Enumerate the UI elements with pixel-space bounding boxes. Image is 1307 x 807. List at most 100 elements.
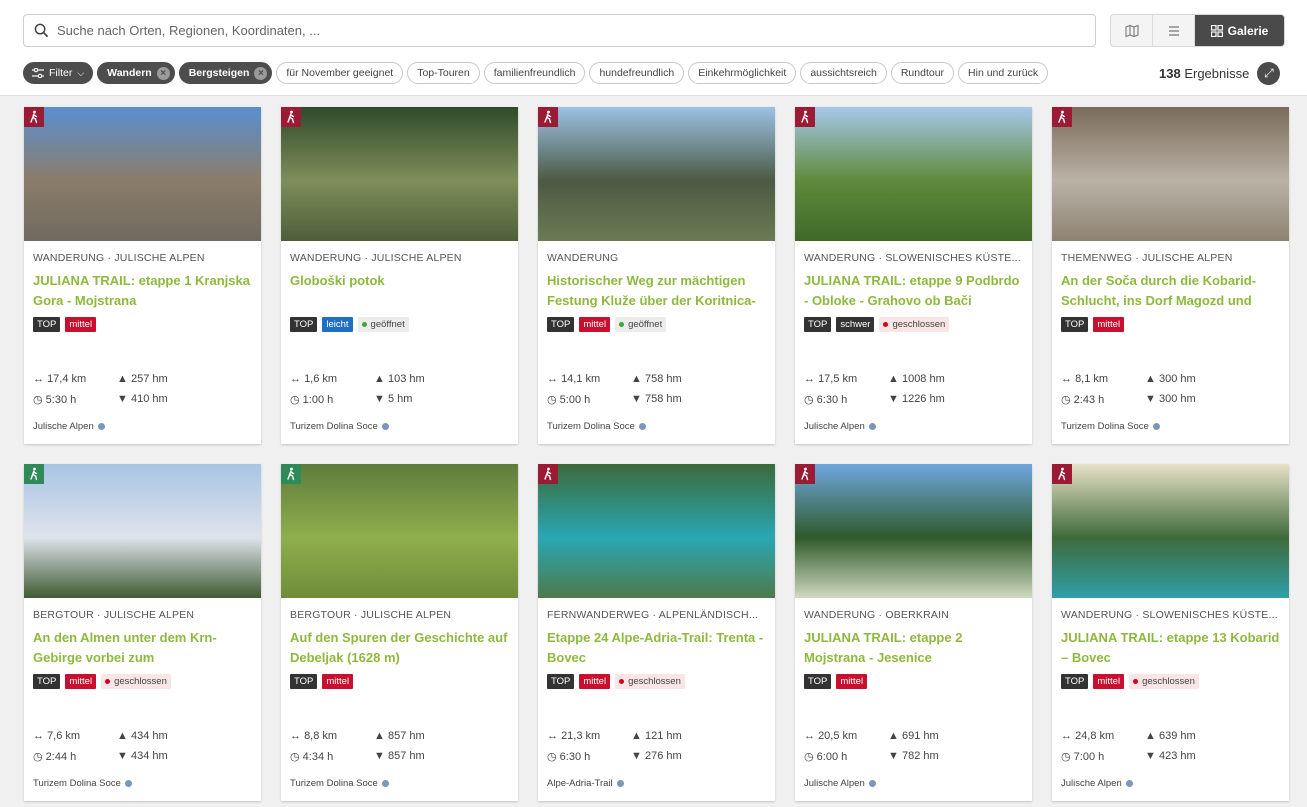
filter-chip-label: Einkehrmöglichkeit [698, 67, 787, 79]
status-badge: geöffnet [357, 317, 409, 332]
filter-button[interactable]: Filter ⌵ [23, 62, 94, 84]
tour-title[interactable]: Etappe 24 Alpe-Adria-Trail: Trenta - Bov… [547, 628, 766, 668]
filter-chip[interactable]: Top-Touren [407, 62, 480, 84]
ascent-value: 103 hm [387, 373, 425, 385]
filter-chip[interactable]: hundefreundlich [589, 62, 685, 84]
tour-title[interactable]: An den Almen unter dem Krn-Gebirge vorbe… [33, 628, 252, 668]
owner-name: Turizem Dolina Soce [1061, 421, 1149, 432]
filter-chip[interactable]: Rundtour [890, 62, 955, 84]
gallery-label: Galerie [1227, 23, 1269, 38]
hiker-icon [287, 110, 295, 124]
hiker-icon [801, 110, 809, 124]
distance-icon: ↔ [547, 730, 558, 742]
remove-filter-icon[interactable]: × [254, 66, 268, 80]
filter-label: Filter [49, 67, 73, 79]
filter-chip[interactable]: Einkehrmöglichkeit [688, 62, 797, 84]
descent-icon: ▼ [117, 393, 128, 405]
search-input[interactable] [57, 23, 1095, 38]
duration-value: 2:43 h [1073, 393, 1105, 406]
clock-icon: ◷ [1061, 750, 1071, 763]
filter-chip[interactable]: für November geeignet [276, 62, 404, 84]
distance-value: 17,5 km [818, 373, 858, 385]
tour-title[interactable]: Historischer Weg zur mächtigen Festung K… [547, 271, 766, 311]
gallery-view-button[interactable]: Galerie [1195, 15, 1284, 46]
tour-owner: Turizem Dolina Soce [290, 778, 389, 789]
difficulty-badge: mittel [65, 317, 97, 332]
expand-icon[interactable]: ⤢ [1257, 61, 1281, 85]
tour-card[interactable]: WANDERUNG · JULISCHE ALPEN JULIANA TRAIL… [24, 107, 261, 444]
tour-title[interactable]: JULIANA TRAIL: etappe 9 Podbrdo - Obloke… [804, 271, 1023, 311]
clock-icon: ◷ [1061, 393, 1071, 406]
tour-card[interactable]: BERGTOUR · JULISCHE ALPEN Auf den Spuren… [281, 464, 518, 801]
descent-value: 423 hm [1158, 750, 1196, 762]
descent-icon: ▼ [888, 393, 899, 405]
duration-value: 4:34 h [302, 750, 334, 763]
clock-icon: ◷ [804, 393, 814, 406]
tour-stats: ↔ 21,3 km ▲ 121 hm ◷ 6:30 h ▼ 276 hm [547, 726, 767, 766]
verified-icon [381, 423, 389, 430]
descent-value: 434 hm [130, 750, 168, 762]
distance-icon: ↔ [804, 730, 815, 742]
tour-owner: Julische Alpen [1061, 778, 1133, 789]
tour-image [538, 107, 775, 241]
active-filter-wandern[interactable]: Wandern × [97, 62, 175, 84]
duration-value: 5:00 h [559, 393, 591, 406]
difficulty-badge: mittel [579, 317, 611, 332]
descent-icon: ▼ [374, 750, 385, 762]
tour-badges: TOP mittel [290, 674, 509, 689]
tour-title[interactable]: An der Soča durch die Kobarid-Schlucht, … [1061, 271, 1280, 311]
list-view-button[interactable] [1153, 15, 1195, 46]
results-summary: 138 Ergebnisse ⤢ [1159, 61, 1281, 85]
tour-title[interactable]: JULIANA TRAIL: etappe 2 Mojstrana - Jese… [804, 628, 1023, 668]
tour-card[interactable]: WANDERUNG Historischer Weg zur mächtigen… [538, 107, 775, 444]
filter-chip[interactable]: familienfreundlich [483, 62, 586, 84]
difficulty-badge: mittel [322, 674, 354, 689]
descent-icon: ▼ [1145, 393, 1156, 405]
tour-title[interactable]: Globoški potok [290, 271, 509, 311]
owner-name: Turizem Dolina Soce [33, 778, 121, 789]
tour-category: WANDERUNG · JULISCHE ALPEN [33, 252, 205, 264]
tour-badges: TOP mittel geschlossen [1061, 674, 1280, 689]
map-view-button[interactable] [1111, 15, 1153, 46]
difficulty-badge: mittel [65, 674, 97, 689]
tour-card[interactable]: WANDERUNG · JULISCHE ALPEN Globoški poto… [281, 107, 518, 444]
owner-name: Alpe-Adria-Trail [547, 778, 613, 789]
ascent-icon: ▲ [374, 373, 385, 385]
duration-value: 6:00 h [816, 750, 848, 763]
search-box[interactable] [23, 14, 1096, 47]
chevron-down-icon: ⌵ [77, 67, 85, 78]
tour-card[interactable]: WANDERUNG · SLOWENISCHES KÜSTE... JULIAN… [1052, 464, 1289, 801]
map-icon [1124, 24, 1139, 37]
filter-chip[interactable]: aussichtsreich [800, 62, 887, 84]
tour-stats: ↔ 24,8 km ▲ 639 hm ◷ 7:00 h ▼ 423 hm [1061, 726, 1281, 766]
tour-category: BERGTOUR · JULISCHE ALPEN [290, 609, 452, 621]
distance-icon: ↔ [547, 373, 558, 385]
tour-card[interactable]: FERNWANDERWEG · ALPENLÄNDISCH... Etappe … [538, 464, 775, 801]
filter-chip[interactable]: Hin und zurück [958, 62, 1049, 84]
tour-title[interactable]: Auf den Spuren der Geschichte auf Debelj… [290, 628, 509, 668]
ascent-value: 639 hm [1158, 730, 1196, 742]
tour-card[interactable]: WANDERUNG · OBERKRAIN JULIANA TRAIL: eta… [795, 464, 1032, 801]
category-badge [281, 107, 301, 127]
clock-icon: ◷ [547, 750, 557, 763]
tour-owner: Turizem Dolina Soce [547, 421, 646, 432]
tour-title[interactable]: JULIANA TRAIL: etappe 13 Kobarid – Bovec [1061, 628, 1280, 668]
active-filter-bergsteigen[interactable]: Bergsteigen × [178, 62, 273, 84]
tour-category: WANDERUNG · SLOWENISCHES KÜSTE... [804, 252, 1021, 264]
duration-value: 6:30 h [559, 750, 591, 763]
filter-chip-label: Rundtour [900, 67, 945, 79]
distance-icon: ↔ [290, 373, 301, 385]
tour-card[interactable]: THEMENWEG · JULISCHE ALPEN An der Soča d… [1052, 107, 1289, 444]
remove-filter-icon[interactable]: × [156, 66, 170, 80]
category-badge [1052, 464, 1072, 484]
duration-value: 7:00 h [1073, 750, 1105, 763]
tour-card[interactable]: WANDERUNG · SLOWENISCHES KÜSTE... JULIAN… [795, 107, 1032, 444]
filter-chip-label: hundefreundlich [599, 67, 675, 79]
tour-owner: Julische Alpen [804, 421, 876, 432]
tour-card[interactable]: BERGTOUR · JULISCHE ALPEN An den Almen u… [24, 464, 261, 801]
tour-owner: Alpe-Adria-Trail [547, 778, 624, 789]
tour-title[interactable]: JULIANA TRAIL: etappe 1 Kranjska Gora - … [33, 271, 252, 311]
top-badge: TOP [33, 674, 61, 689]
tour-category: WANDERUNG · OBERKRAIN [804, 609, 949, 621]
clock-icon: ◷ [290, 393, 300, 406]
